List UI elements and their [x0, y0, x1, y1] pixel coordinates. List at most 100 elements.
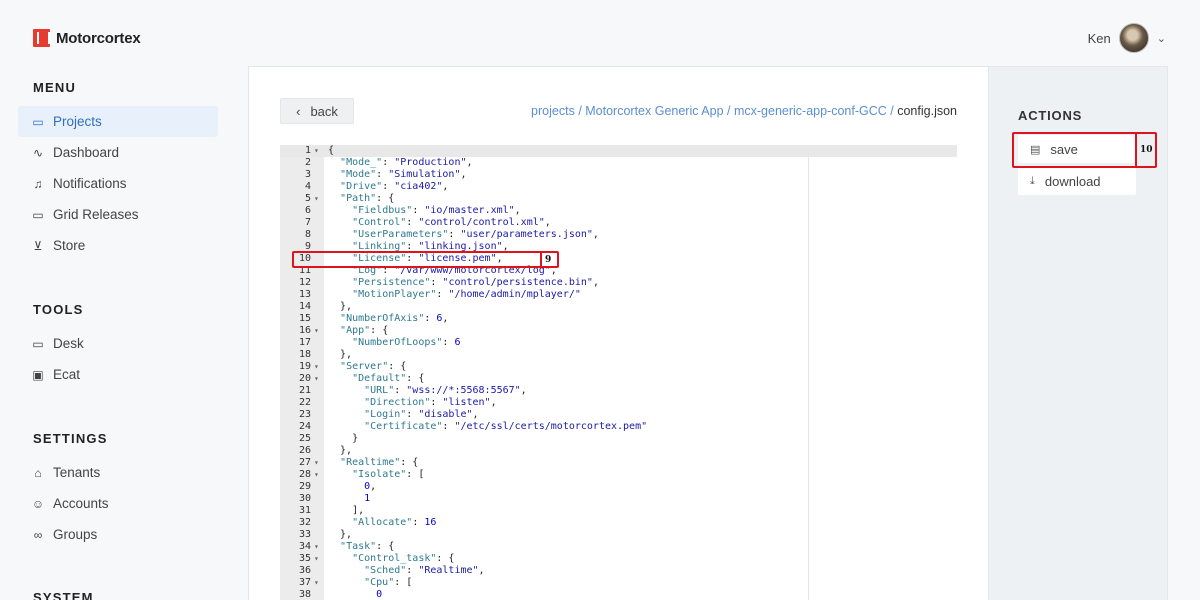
- sidebar-item-groups[interactable]: ∞ Groups: [18, 519, 218, 550]
- line-number: 16: [298, 325, 311, 336]
- code-line[interactable]: 14 },: [280, 301, 957, 313]
- sidebar-item-label: Dashboard: [53, 145, 120, 160]
- code-line[interactable]: 3 "Mode": "Simulation",: [280, 169, 957, 181]
- fold-toggle-icon[interactable]: ▾: [314, 373, 319, 385]
- breadcrumb-projects[interactable]: projects: [531, 104, 575, 118]
- code-text: "Control_task": {: [352, 553, 455, 564]
- sidebar-item-notifications[interactable]: ♫ Notifications: [18, 168, 218, 199]
- code-line[interactable]: 2 "Mode_": "Production",: [280, 157, 957, 169]
- code-line[interactable]: 21 "URL": "wss://*:5568:5567",: [280, 385, 957, 397]
- code-line[interactable]: 34 ▾ "Task": {: [280, 541, 957, 553]
- download-button[interactable]: ⤓ download: [1018, 167, 1136, 195]
- code-line[interactable]: 28 ▾ "Isolate": [: [280, 469, 957, 481]
- link-icon: ∞: [33, 527, 43, 542]
- line-number: 13: [298, 289, 311, 300]
- user-name: Ken: [1087, 30, 1111, 46]
- code-line[interactable]: 16 ▾ "App": {: [280, 325, 957, 337]
- code-line[interactable]: 6 "Fieldbus": "io/master.xml",: [280, 205, 957, 217]
- back-label: back: [310, 103, 338, 119]
- fold-toggle-icon[interactable]: ▾: [314, 553, 319, 565]
- sidebar-item-label: Desk: [53, 336, 84, 351]
- sidebar-item-tenants[interactable]: ⌂ Tenants: [18, 457, 218, 488]
- actions-panel: ACTIONS ▤ save ⤓ download 10: [988, 66, 1168, 600]
- code-text: "NumberOfLoops": 6: [352, 337, 461, 348]
- sidebar-item-accounts[interactable]: ☺ Accounts: [18, 488, 218, 519]
- code-line[interactable]: 32 "Allocate": 16: [280, 517, 957, 529]
- code-line[interactable]: 1 ▾ {: [280, 145, 957, 157]
- code-line[interactable]: 4 "Drive": "cia402",: [280, 181, 957, 193]
- code-line[interactable]: 19 ▾ "Server": {: [280, 361, 957, 373]
- fold-toggle-icon[interactable]: ▾: [314, 457, 319, 469]
- code-line[interactable]: 25 }: [280, 433, 957, 445]
- sidebar-item-ecat[interactable]: ▣ Ecat: [18, 359, 218, 390]
- download-icon: ⤓: [1030, 174, 1035, 187]
- code-line[interactable]: 29 0,: [280, 481, 957, 493]
- code-text: "Drive": "cia402",: [340, 181, 449, 192]
- breadcrumb-conf[interactable]: mcx-generic-app-conf-GCC: [734, 104, 887, 118]
- sidebar-item-store[interactable]: ⊻ Store: [18, 230, 218, 261]
- code-text: "Certificate": "/etc/ssl/certs/motorcort…: [364, 421, 648, 432]
- code-line[interactable]: 5 ▾ "Path": {: [280, 193, 957, 205]
- fold-toggle-icon[interactable]: ▾: [314, 577, 319, 589]
- code-line[interactable]: 23 "Login": "disable",: [280, 409, 957, 421]
- code-text: "Sched": "Realtime",: [364, 565, 485, 576]
- code-line[interactable]: 37 ▾ "Cpu": [: [280, 577, 957, 589]
- code-text: 0,: [364, 481, 377, 492]
- code-line[interactable]: 35 ▾ "Control_task": {: [280, 553, 957, 565]
- pulse-icon: ∿: [32, 145, 44, 160]
- sidebar-item-grid-releases[interactable]: ▭ Grid Releases: [18, 199, 218, 230]
- sidebar-item-dashboard[interactable]: ∿ Dashboard: [18, 137, 218, 168]
- chevron-left-icon: ‹: [296, 103, 301, 119]
- code-line[interactable]: 24 "Certificate": "/etc/ssl/certs/motorc…: [280, 421, 957, 433]
- line-number: 14: [298, 301, 311, 312]
- sidebar-item-projects[interactable]: ▭ Projects: [18, 106, 218, 137]
- code-line[interactable]: 33 },: [280, 529, 957, 541]
- code-line[interactable]: 15 "NumberOfAxis": 6,: [280, 313, 957, 325]
- line-number: 29: [298, 481, 311, 492]
- code-line[interactable]: 18 },: [280, 349, 957, 361]
- fold-toggle-icon[interactable]: ▾: [314, 541, 319, 553]
- fold-toggle-icon[interactable]: ▾: [314, 469, 319, 481]
- code-line[interactable]: 27 ▾ "Realtime": {: [280, 457, 957, 469]
- code-line[interactable]: 17 "NumberOfLoops": 6: [280, 337, 957, 349]
- back-button[interactable]: ‹ back: [280, 98, 354, 124]
- avatar[interactable]: [1118, 23, 1149, 53]
- code-line[interactable]: 38 0: [280, 589, 957, 600]
- logo-text: Motorcortex: [56, 29, 141, 47]
- code-line[interactable]: 8 "UserParameters": "user/parameters.jso…: [280, 229, 957, 241]
- bell-icon: ♫: [33, 176, 43, 191]
- fold-toggle-icon[interactable]: ▾: [314, 325, 319, 337]
- user-menu[interactable]: Ken ⌄: [1088, 23, 1166, 53]
- code-line[interactable]: 7 "Control": "control/control.xml",: [280, 217, 957, 229]
- line-number: 27: [298, 457, 311, 468]
- code-line[interactable]: 31 ],: [280, 505, 957, 517]
- line-number: 19: [298, 361, 311, 372]
- sidebar-item-label: Store: [53, 238, 86, 253]
- code-line[interactable]: 13 "MotionPlayer": "/home/admin/mplayer/…: [280, 289, 957, 301]
- code-editor[interactable]: 1 ▾{2 "Mode_": "Production", 3 "Mode": "Si…: [280, 145, 957, 600]
- cart-icon: ⊻: [33, 238, 43, 253]
- fold-toggle-icon[interactable]: ▾: [314, 193, 319, 205]
- line-number: 26: [298, 445, 311, 456]
- code-line[interactable]: 22 "Direction": "listen",: [280, 397, 957, 409]
- code-line[interactable]: 20 ▾ "Default": {: [280, 373, 957, 385]
- sidebar-item-desk[interactable]: ▭ Desk: [18, 328, 218, 359]
- code-text: "Mode": "Simulation",: [340, 169, 467, 180]
- code-text: "Default": {: [352, 373, 425, 384]
- code-line[interactable]: 36 "Sched": "Realtime",: [280, 565, 957, 577]
- breadcrumb-app[interactable]: Motorcortex Generic App: [585, 104, 723, 118]
- fold-toggle-icon[interactable]: ▾: [314, 361, 319, 373]
- house-icon: ⌂: [34, 465, 42, 480]
- line-number: 15: [298, 313, 311, 324]
- main-panel: ‹ back projects / Motorcortex Generic Ap…: [248, 66, 988, 600]
- sidebar-section-system: SYSTEM: [33, 590, 94, 600]
- code-line[interactable]: 30 1: [280, 493, 957, 505]
- code-line[interactable]: 12 "Persistence": "control/persistence.b…: [280, 277, 957, 289]
- fold-toggle-icon[interactable]: ▾: [314, 145, 319, 157]
- chevron-down-icon[interactable]: ⌄: [1157, 32, 1166, 45]
- logo[interactable]: Motorcortex: [33, 29, 141, 47]
- code-line[interactable]: 26 },: [280, 445, 957, 457]
- code-text: },: [328, 445, 353, 456]
- breadcrumb: projects / Motorcortex Generic App / mcx…: [531, 104, 957, 118]
- code-text: "Persistence": "control/persistence.bin"…: [352, 277, 599, 288]
